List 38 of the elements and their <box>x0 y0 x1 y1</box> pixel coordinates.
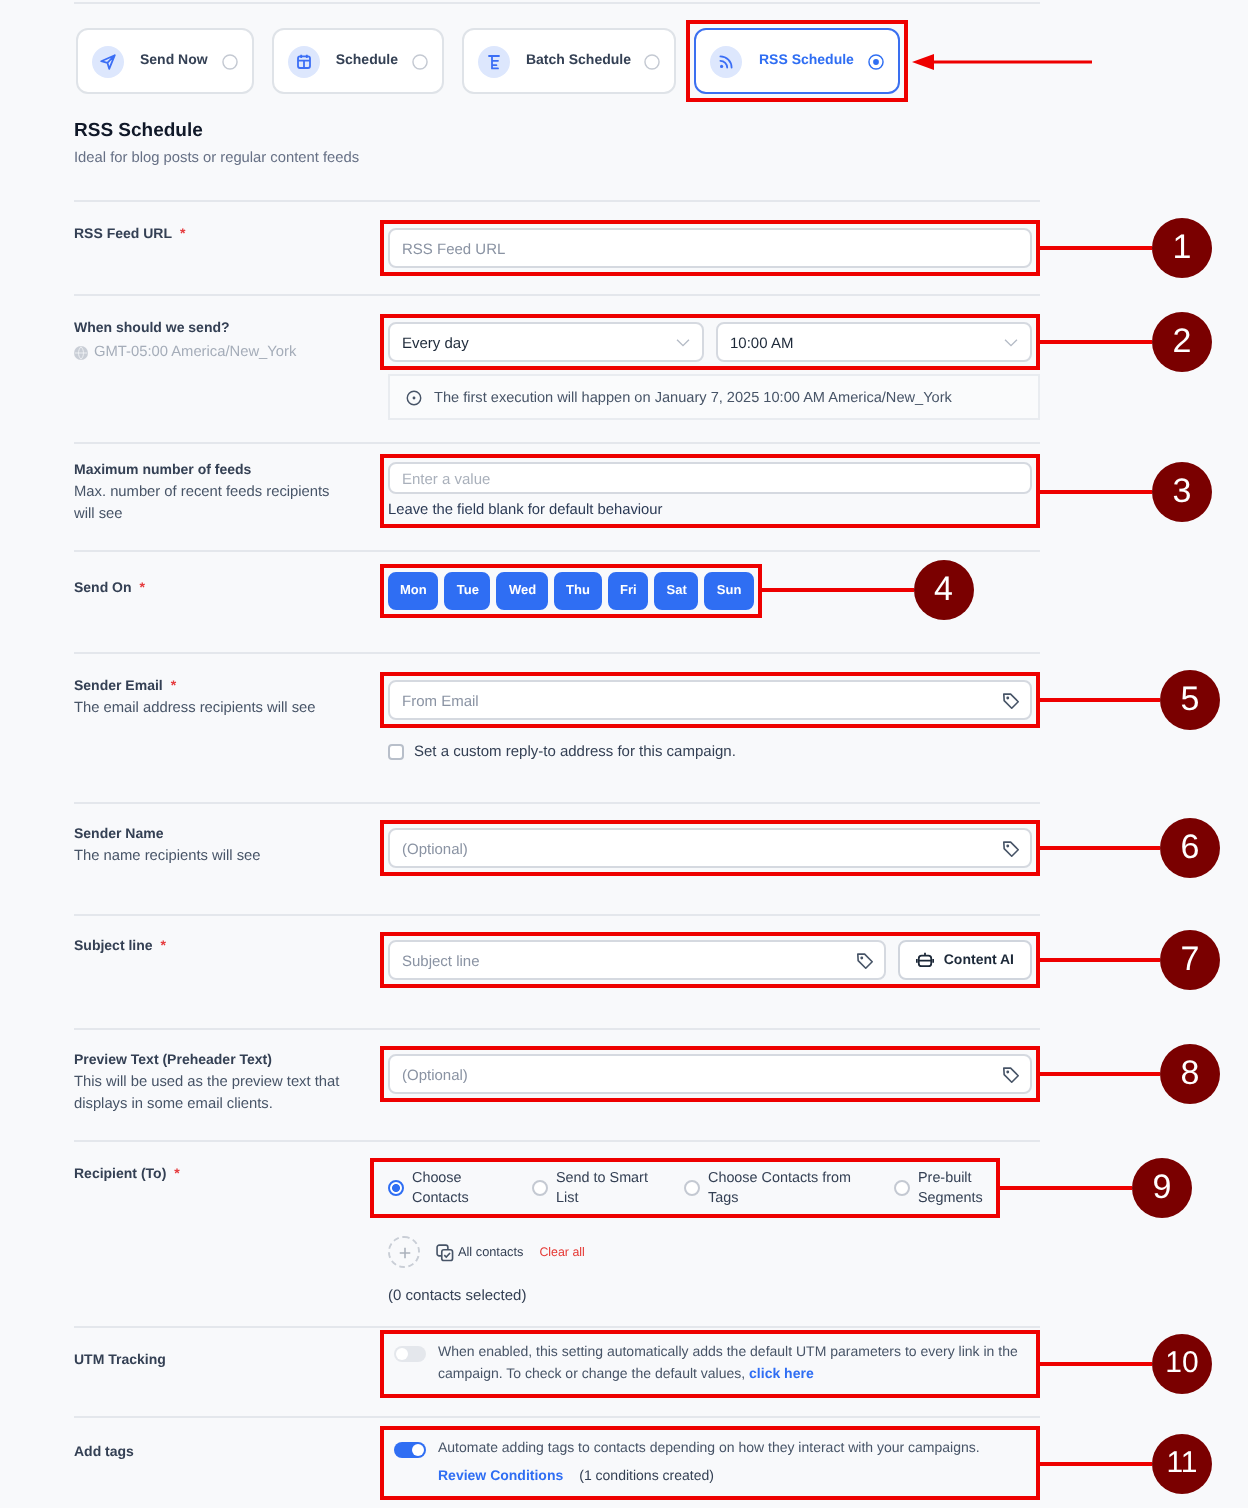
tag-icon[interactable] <box>1002 1065 1020 1083</box>
tag-icon[interactable] <box>855 951 874 969</box>
tag-icon[interactable] <box>1002 691 1020 709</box>
plus-icon <box>397 1245 411 1259</box>
tag-icon[interactable] <box>1002 839 1020 857</box>
callout-number: 1 <box>1152 218 1212 278</box>
radio-icon <box>221 53 238 69</box>
callout-number: 6 <box>1160 818 1220 878</box>
radio-icon <box>411 53 428 69</box>
callout-number: 10 <box>1152 1334 1212 1394</box>
radio-icon <box>644 53 661 69</box>
callout-number: 4 <box>913 560 974 620</box>
section-title: RSS Schedule <box>74 120 205 144</box>
rss-icon <box>710 45 743 77</box>
paper-plane-icon <box>92 45 124 77</box>
radio-icon <box>867 53 884 69</box>
callout-number: 5 <box>1160 670 1220 730</box>
callout-number: 8 <box>1160 1044 1220 1104</box>
toggle-switch[interactable] <box>394 1345 426 1361</box>
list-tree-icon <box>477 45 510 77</box>
globe-icon <box>74 345 88 359</box>
robot-icon <box>915 952 934 968</box>
copy-check-icon <box>436 1243 454 1261</box>
callout-number: 7 <box>1160 930 1220 990</box>
radio-button[interactable] <box>532 1180 548 1196</box>
radio-button[interactable] <box>684 1180 700 1196</box>
callout-number: 2 <box>1152 312 1212 372</box>
chevron-down-icon <box>676 337 690 347</box>
info-icon <box>406 389 422 405</box>
radio-button[interactable] <box>388 1180 404 1196</box>
radio-button[interactable] <box>894 1180 910 1196</box>
toggle-switch[interactable] <box>394 1441 426 1457</box>
chevron-down-icon <box>1004 337 1018 347</box>
callout-number: 11 <box>1152 1433 1212 1493</box>
calendar-icon <box>287 45 320 77</box>
callout-number: 3 <box>1152 461 1212 521</box>
checkbox[interactable] <box>388 743 404 759</box>
callout-number: 9 <box>1132 1158 1192 1218</box>
